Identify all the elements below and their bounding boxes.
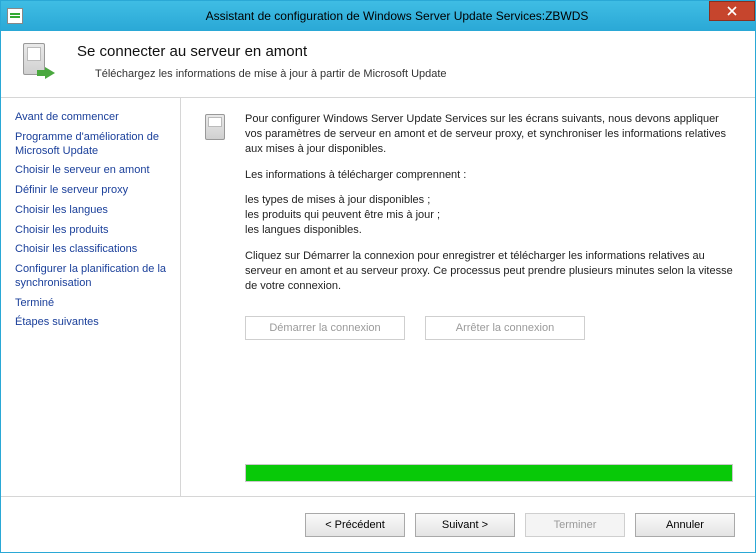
content-text: Pour configurer Windows Server Update Se…: [245, 112, 733, 304]
progress-container: [245, 464, 733, 482]
content-server-icon: [199, 112, 231, 304]
titlebar[interactable]: Assistant de configuration de Windows Se…: [1, 1, 755, 31]
stop-connection-button[interactable]: Arrêter la connexion: [425, 316, 585, 340]
header-server-icon: [19, 43, 59, 83]
page-subtitle: Téléchargez les informations de mise à j…: [95, 68, 447, 80]
content-pane: Pour configurer Windows Server Update Se…: [181, 98, 755, 496]
sidebar-item-products[interactable]: Choisir les produits: [15, 221, 174, 241]
sidebar-item-proxy[interactable]: Définir le serveur proxy: [15, 181, 174, 201]
app-icon: [7, 8, 23, 24]
sidebar-item-improvement-program[interactable]: Programme d'amélioration de Microsoft Up…: [15, 128, 174, 162]
sidebar-item-classifications[interactable]: Choisir les classifications: [15, 240, 174, 260]
finish-button[interactable]: Terminer: [525, 513, 625, 537]
content-bullet-2: les produits qui peuvent être mis à jour…: [245, 208, 733, 223]
content-bullet-3: les langues disponibles.: [245, 223, 733, 238]
wizard-body: Avant de commencer Programme d'améliorat…: [1, 98, 755, 496]
wizard-header: Se connecter au serveur en amont Télécha…: [1, 31, 755, 98]
wizard-footer: < Précédent Suivant > Terminer Annuler: [1, 496, 755, 552]
content-para-1: Pour configurer Windows Server Update Se…: [245, 112, 733, 157]
progress-fill: [246, 465, 732, 481]
header-text: Se connecter au serveur en amont Télécha…: [77, 43, 447, 80]
sidebar-item-languages[interactable]: Choisir les langues: [15, 201, 174, 221]
sidebar-item-before-begin[interactable]: Avant de commencer: [15, 108, 174, 128]
sidebar-item-sync-schedule[interactable]: Configurer la planification de la synchr…: [15, 260, 174, 294]
content-bullet-1: les types de mises à jour disponibles ;: [245, 193, 733, 208]
sidebar-item-upstream-server[interactable]: Choisir le serveur en amont: [15, 161, 174, 181]
start-connection-button[interactable]: Démarrer la connexion: [245, 316, 405, 340]
next-button[interactable]: Suivant >: [415, 513, 515, 537]
content-para-2: Les informations à télécharger comprenne…: [245, 168, 733, 183]
wizard-window: Assistant de configuration de Windows Se…: [0, 0, 756, 553]
close-icon: [727, 6, 737, 16]
sidebar-item-next-steps[interactable]: Étapes suivantes: [15, 313, 174, 333]
cancel-button[interactable]: Annuler: [635, 513, 735, 537]
progress-bar: [245, 464, 733, 482]
close-button[interactable]: [709, 1, 755, 21]
back-button[interactable]: < Précédent: [305, 513, 405, 537]
sidebar-item-finished[interactable]: Terminé: [15, 294, 174, 314]
sidebar-nav: Avant de commencer Programme d'améliorat…: [1, 98, 181, 496]
connection-buttons-row: Démarrer la connexion Arrêter la connexi…: [245, 316, 733, 340]
window-title: Assistant de configuration de Windows Se…: [29, 9, 755, 23]
content-para-3: Cliquez sur Démarrer la connexion pour e…: [245, 249, 733, 294]
page-title: Se connecter au serveur en amont: [77, 43, 447, 60]
